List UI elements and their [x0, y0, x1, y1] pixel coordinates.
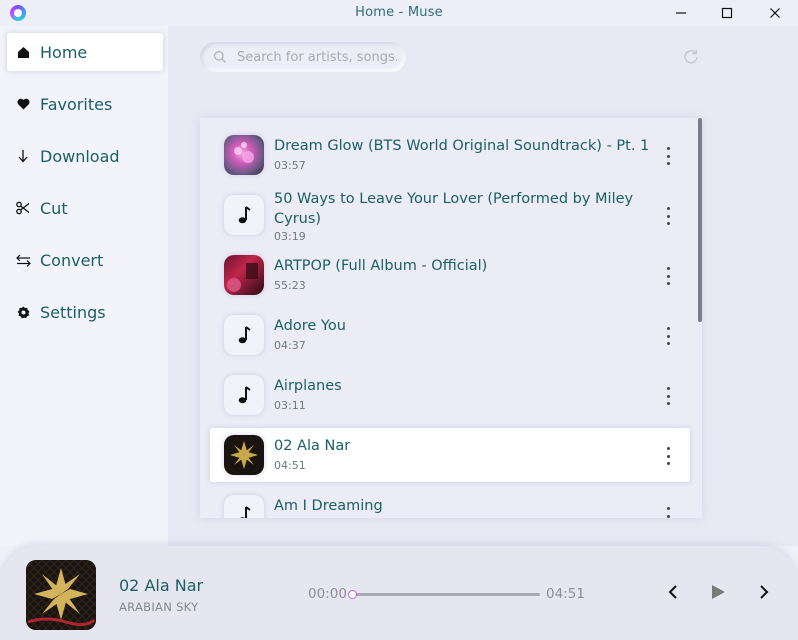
song-duration: 03:19 [274, 230, 306, 243]
more-options-icon[interactable] [664, 447, 672, 465]
album-art [224, 135, 264, 175]
search-bar[interactable] [200, 42, 406, 72]
sidebar-item-home[interactable]: Home [7, 33, 163, 71]
song-list: Dream Glow (BTS World Original Soundtrac… [200, 118, 702, 518]
refresh-icon[interactable] [682, 48, 700, 66]
sidebar-item-label: Cut [40, 198, 68, 218]
list-item[interactable]: ARTPOP (Full Album - Official) 55:23 [210, 248, 690, 302]
song-title: Airplanes [274, 378, 342, 394]
list-item[interactable]: Dream Glow (BTS World Original Soundtrac… [210, 128, 690, 182]
list-item[interactable]: Adore You 04:37 [210, 308, 690, 362]
play-icon [712, 585, 725, 599]
close-button[interactable] [752, 0, 798, 26]
sidebar-item-cut[interactable]: Cut [7, 189, 163, 227]
heart-icon [15, 96, 31, 112]
chevron-right-icon [760, 585, 769, 599]
sidebar-item-favorites[interactable]: Favorites [7, 85, 163, 123]
more-options-icon[interactable] [664, 327, 672, 345]
sidebar-item-label: Convert [40, 250, 104, 270]
more-options-icon[interactable] [664, 147, 672, 165]
scrollbar-thumb[interactable] [698, 118, 702, 322]
more-options-icon[interactable] [664, 387, 672, 405]
current-time: 00:00 [308, 586, 347, 602]
player-bar: 02 Ala Nar ARABIAN SKY 00:00 04:51 [0, 546, 798, 640]
song-duration: 03:57 [274, 159, 306, 172]
more-options-icon[interactable] [664, 207, 672, 225]
minimize-icon [676, 12, 686, 14]
play-button[interactable] [708, 582, 728, 602]
song-title: Am I Dreaming [274, 498, 383, 514]
music-note-icon [224, 495, 264, 518]
sidebar: Home Favorites Download Cut Convert Sett… [0, 26, 168, 546]
convert-arrows-icon [15, 252, 31, 268]
song-title: 50 Ways to Leave Your Lover (Performed b… [274, 191, 634, 227]
chevron-left-icon [668, 585, 677, 599]
song-duration: 04:51 [274, 459, 306, 472]
more-options-icon[interactable] [664, 267, 672, 285]
song-duration: 55:23 [274, 279, 306, 292]
total-time: 04:51 [546, 586, 585, 602]
music-note-icon [224, 315, 264, 355]
next-button[interactable] [754, 582, 774, 602]
scissors-icon [15, 200, 31, 216]
progress-knob[interactable] [348, 590, 357, 599]
now-playing-album-art [26, 560, 96, 630]
list-item[interactable]: Am I Dreaming [210, 488, 690, 518]
gear-icon [15, 304, 31, 320]
maximize-icon [721, 7, 733, 19]
music-note-icon [224, 195, 264, 235]
song-title: 02 Ala Nar [274, 438, 351, 454]
search-input[interactable] [237, 49, 397, 65]
sidebar-item-convert[interactable]: Convert [7, 241, 163, 279]
song-duration: 04:37 [274, 339, 306, 352]
sidebar-item-settings[interactable]: Settings [7, 293, 163, 331]
download-arrow-icon [15, 148, 31, 164]
album-art [224, 435, 264, 475]
home-icon [15, 44, 31, 60]
sidebar-item-download[interactable]: Download [7, 137, 163, 175]
minimize-button[interactable] [658, 0, 704, 26]
previous-button[interactable] [663, 582, 683, 602]
close-icon [770, 8, 780, 18]
album-art [224, 255, 264, 295]
song-title: ARTPOP (Full Album - Official) [274, 258, 488, 274]
more-options-icon[interactable] [664, 507, 672, 518]
now-playing-title: 02 Ala Nar [119, 576, 204, 595]
title-bar: Home - Muse [0, 0, 798, 26]
song-duration: 03:11 [274, 399, 306, 412]
progress-slider[interactable] [348, 590, 540, 599]
maximize-button[interactable] [704, 0, 750, 26]
song-title: Adore You [274, 318, 346, 334]
music-note-icon [224, 375, 264, 415]
main-content: Dream Glow (BTS World Original Soundtrac… [168, 26, 798, 546]
list-item[interactable]: 50 Ways to Leave Your Lover (Performed b… [210, 185, 690, 245]
sidebar-item-label: Settings [40, 302, 106, 322]
search-icon [213, 50, 227, 64]
list-item[interactable]: Airplanes 03:11 [210, 368, 690, 422]
song-title: Dream Glow (BTS World Original Soundtrac… [274, 138, 650, 154]
list-item-selected[interactable]: 02 Ala Nar 04:51 [210, 428, 690, 482]
sidebar-item-label: Home [40, 42, 88, 62]
now-playing-artist: ARABIAN SKY [119, 600, 199, 614]
sidebar-item-label: Favorites [40, 94, 113, 114]
sidebar-item-label: Download [40, 146, 120, 166]
